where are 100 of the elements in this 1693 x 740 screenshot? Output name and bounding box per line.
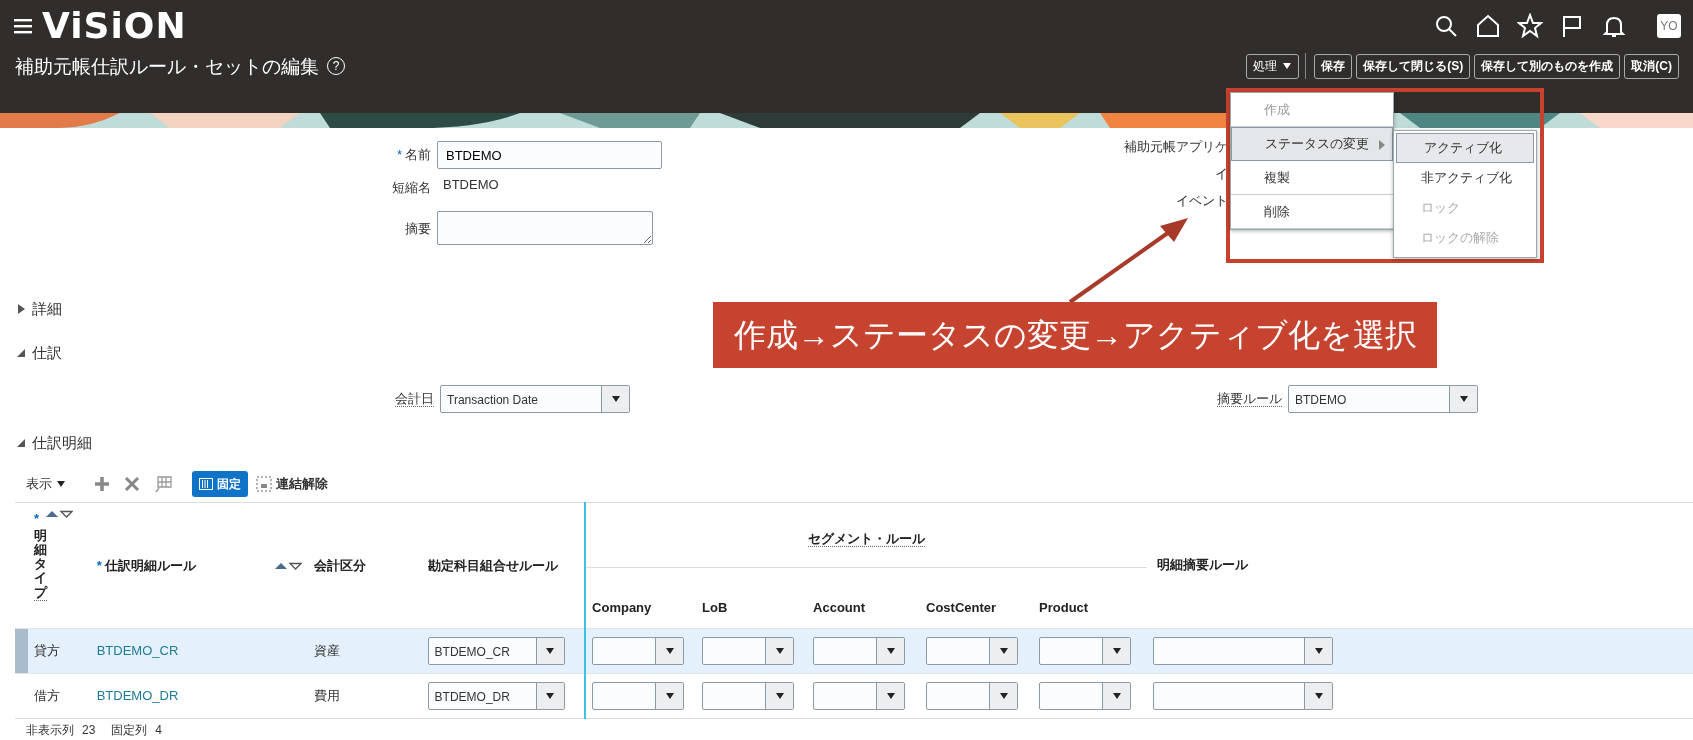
home-icon[interactable] <box>1475 13 1501 39</box>
caret-icon <box>885 691 896 701</box>
columns-icon <box>199 478 213 490</box>
description-textarea[interactable] <box>437 210 653 245</box>
caret-icon <box>610 394 621 404</box>
column-header[interactable]: 明細摘要ルール <box>1157 555 1249 575</box>
toolbar-button[interactable]: 保存して別のものを作成 <box>1474 53 1621 79</box>
dropdown-field[interactable] <box>592 637 685 665</box>
dropdown-field[interactable]: BTDEMO_DR <box>427 682 565 710</box>
logo: ViSiON <box>42 8 187 44</box>
required-mark: * <box>396 147 402 163</box>
field-label: 会計日 <box>395 391 434 408</box>
field-label: イベント <box>1176 192 1228 208</box>
dropdown-field[interactable]: BTDEMO_CR <box>427 637 565 665</box>
dropdown-field[interactable] <box>926 682 1019 710</box>
dropdown-field[interactable] <box>813 682 906 710</box>
caret-icon <box>998 691 1009 701</box>
rule-link[interactable]: BTDEMO_CR <box>96 643 179 659</box>
plus-icon[interactable] <box>94 476 110 492</box>
table-cell: 費用 <box>307 673 422 719</box>
caret-icon <box>1313 646 1324 656</box>
dropdown-field[interactable] <box>702 682 795 710</box>
sort-icon[interactable] <box>46 509 74 519</box>
field-label: 補助元帳アプリケ <box>1124 138 1228 154</box>
column-header[interactable]: 明細タイプ <box>34 528 48 601</box>
dashed-frame-icon <box>256 476 272 492</box>
toolbar-button[interactable]: 保存して閉じる(S) <box>1356 53 1471 79</box>
caret-icon <box>545 646 556 656</box>
section-header[interactable]: 仕訳 <box>32 341 62 365</box>
caret-icon <box>664 646 675 656</box>
field-label: イ <box>1215 165 1228 181</box>
column-header[interactable]: 勘定科目組合せルール <box>427 555 558 576</box>
caret-icon <box>56 479 66 489</box>
column-header[interactable]: Product <box>1039 599 1089 615</box>
column-header[interactable]: CostCenter <box>926 599 997 615</box>
table-cell: 貸方 <box>28 628 91 674</box>
actions-dropdown-button[interactable]: 処理 <box>1246 53 1300 79</box>
caret-icon <box>545 691 556 701</box>
toolbar-button[interactable]: 取消(C) <box>1624 53 1679 79</box>
caret-icon <box>1111 691 1122 701</box>
column-header[interactable]: 会計区分 <box>313 555 366 576</box>
menu-item[interactable]: ステータスの変更 <box>1231 127 1393 161</box>
avatar[interactable]: YO <box>1657 14 1681 38</box>
footer-value: 23 <box>82 722 96 738</box>
rule-link[interactable]: BTDEMO_DR <box>96 688 179 704</box>
search-icon[interactable] <box>1433 13 1459 39</box>
required-mark: * <box>96 556 102 575</box>
required-mark: * <box>34 510 40 528</box>
dropdown-field[interactable] <box>702 637 795 665</box>
dropdown-field[interactable] <box>1153 637 1334 665</box>
field-label: 摘要ルール <box>1217 391 1282 408</box>
columns-icon[interactable] <box>154 475 172 493</box>
caret-icon <box>998 646 1009 656</box>
section-header[interactable]: 仕訳明細 <box>32 431 92 455</box>
name-input[interactable]: BTDEMO <box>437 141 662 169</box>
table-cell: 資産 <box>307 628 422 674</box>
column-header[interactable]: 仕訳明細ルール <box>104 555 196 576</box>
table-cell: 借方 <box>28 673 91 719</box>
dropdown-field[interactable]: BTDEMO <box>1288 385 1478 413</box>
dropdown-field[interactable] <box>592 682 685 710</box>
x-icon[interactable] <box>124 476 140 492</box>
detach-button[interactable]: 連結解除 <box>256 474 328 494</box>
caret-icon <box>664 691 675 701</box>
section-header[interactable]: 詳細 <box>32 297 62 321</box>
freeze-button[interactable]: 固定 <box>192 471 248 497</box>
caret-icon <box>885 646 896 656</box>
collapse-icon[interactable] <box>16 348 26 358</box>
group-header: セグメント・ルール <box>808 531 926 548</box>
column-header[interactable]: Company <box>592 599 652 615</box>
view-menu[interactable]: 表示 <box>26 474 66 494</box>
dropdown-field[interactable] <box>1039 682 1132 710</box>
footer-label: 固定列 <box>111 722 148 738</box>
menu-item[interactable]: アクティブ化 <box>1396 133 1534 163</box>
annotation-callout: 作成→ステータスの変更→アクティブ化を選択 <box>713 302 1437 368</box>
caret-icon <box>774 646 785 656</box>
field-label: 短縮名 <box>392 180 431 195</box>
field-label: 名前 <box>405 147 431 163</box>
table-row[interactable]: 貸方 BTDEMO_CR 資産 BTDEMO_CR <box>15 628 1693 674</box>
dropdown-field[interactable]: Transaction Date <box>440 385 630 413</box>
expand-icon[interactable] <box>16 304 26 314</box>
menu-item[interactable]: 非アクティブ化 <box>1394 163 1536 193</box>
column-header[interactable]: Account <box>813 599 866 615</box>
dropdown-field[interactable] <box>1039 637 1132 665</box>
footer-value: 4 <box>155 722 163 738</box>
star-icon[interactable] <box>1517 13 1543 39</box>
table-row[interactable]: 借方 BTDEMO_DR 費用 BTDEMO_DR <box>15 673 1693 719</box>
dropdown-field[interactable] <box>926 637 1019 665</box>
field-value: BTDEMO <box>443 177 499 192</box>
caret-icon <box>1111 646 1122 656</box>
menu-icon[interactable] <box>14 18 34 34</box>
caret-icon <box>1458 394 1469 404</box>
column-header[interactable]: LoB <box>702 599 728 615</box>
dropdown-field[interactable] <box>1153 682 1334 710</box>
field-label: 摘要 <box>405 220 431 236</box>
sort-icon[interactable] <box>274 560 302 571</box>
collapse-icon[interactable] <box>16 438 26 448</box>
dropdown-field[interactable] <box>813 637 906 665</box>
toolbar-button[interactable]: 保存 <box>1314 53 1353 79</box>
footer-label: 非表示列 <box>26 722 74 738</box>
caret-icon <box>774 691 785 701</box>
